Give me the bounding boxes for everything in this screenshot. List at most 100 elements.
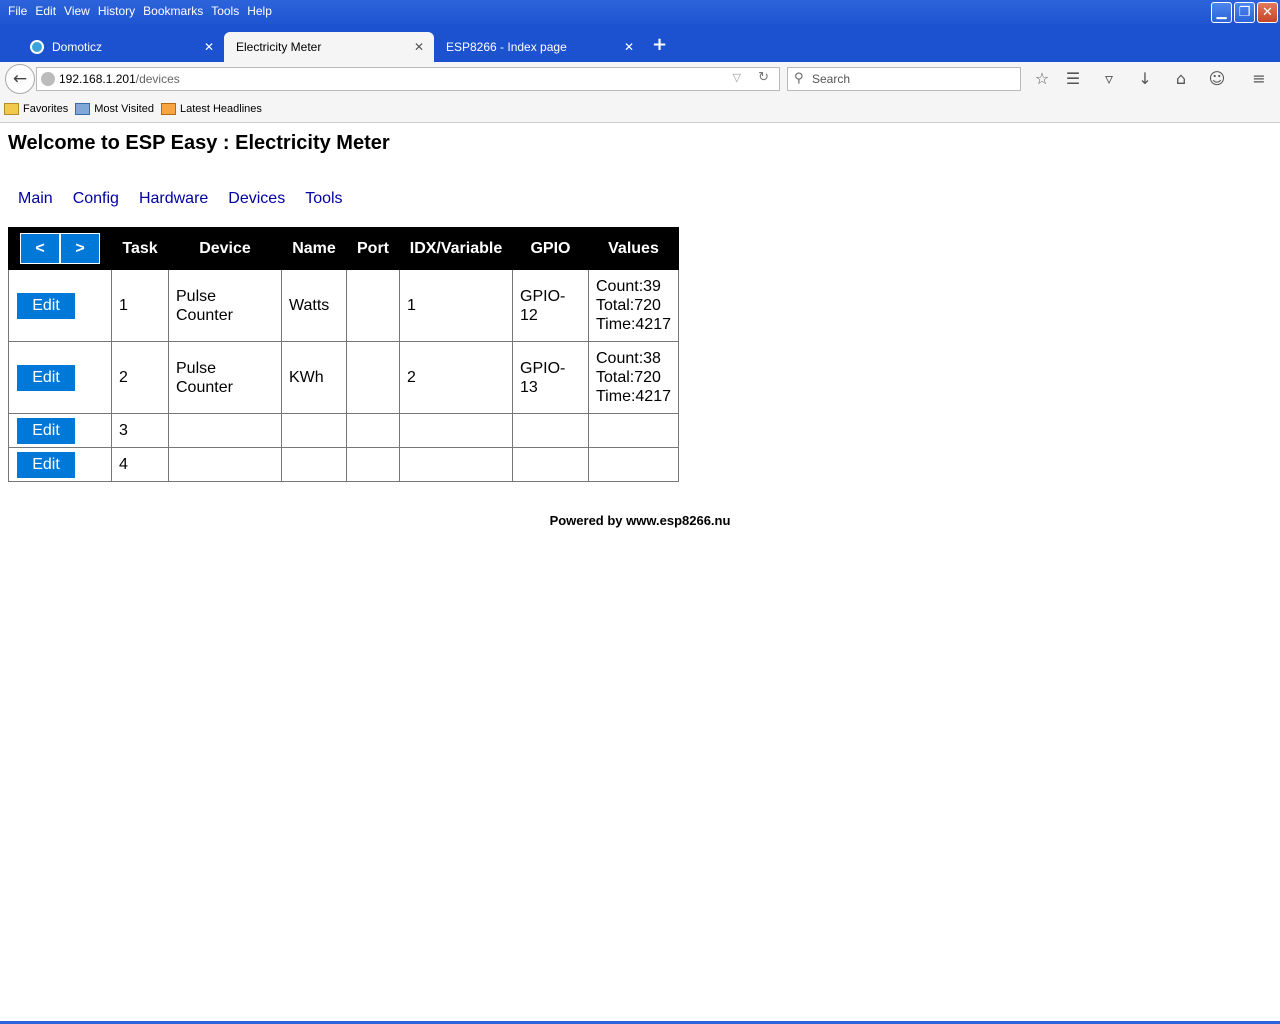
tab-strip: Domoticz ✕ Electricity Meter ✕ ESP8266 -… xyxy=(0,24,1280,62)
navigation-toolbar: ← 192.168.1.201/devices ▽ ↻ ⚲ Search ☆ ☰… xyxy=(0,62,1280,96)
main-nav-menu: Main Config Hardware Devices Tools xyxy=(8,190,353,208)
new-tab-icon[interactable]: + xyxy=(652,34,667,55)
bookmarks-toolbar: Favorites Most Visited Latest Headlines xyxy=(0,96,1280,123)
restore-icon[interactable]: ❐ xyxy=(1234,2,1255,23)
menu-file[interactable]: File xyxy=(4,0,31,22)
table-row: Edit 3 xyxy=(8,413,679,448)
bookmark-label: Latest Headlines xyxy=(179,103,262,115)
home-icon[interactable]: ⌂ xyxy=(1170,69,1192,89)
menu-edit[interactable]: Edit xyxy=(31,0,60,22)
value-total: Total:720 xyxy=(596,369,661,386)
devices-table: < > Task Device Name Port IDX/Variable GP… xyxy=(8,227,679,482)
hello-chat-icon[interactable]: ☺ xyxy=(1206,69,1228,89)
close-icon[interactable]: ✕ xyxy=(1257,2,1278,23)
prev-page-button[interactable]: < xyxy=(20,233,60,264)
column-header-idx-variable: IDX/Variable xyxy=(399,227,513,270)
gpio-cell xyxy=(512,447,589,482)
hamburger-menu-icon[interactable]: ≡ xyxy=(1248,69,1270,89)
device-cell: Pulse Counter xyxy=(168,269,282,342)
value-count: Count:38 xyxy=(596,350,661,367)
reading-list-icon[interactable]: ☰ xyxy=(1062,69,1084,89)
column-header-port: Port xyxy=(346,227,400,270)
tab-title: Domoticz xyxy=(52,40,103,54)
pager-header: < > xyxy=(8,227,112,270)
tab-title: Electricity Meter xyxy=(236,40,322,54)
device-cell xyxy=(168,413,282,448)
port-cell xyxy=(346,413,400,448)
site-identity-icon[interactable] xyxy=(41,72,55,86)
next-page-button[interactable]: > xyxy=(60,233,100,264)
tab-esp8266-index[interactable]: ESP8266 - Index page ✕ xyxy=(434,32,644,62)
nav-link-main[interactable]: Main xyxy=(8,190,63,208)
bookmark-latest-headlines[interactable]: Latest Headlines xyxy=(160,103,262,115)
port-cell xyxy=(346,269,400,342)
menu-bookmarks[interactable]: Bookmarks xyxy=(139,0,207,22)
page-title: Welcome to ESP Easy : Electricity Meter xyxy=(8,132,390,154)
device-cell: Pulse Counter xyxy=(168,341,282,414)
search-placeholder: Search xyxy=(812,72,851,86)
values-cell xyxy=(588,413,679,448)
menu-help[interactable]: Help xyxy=(243,0,276,22)
tab-domoticz[interactable]: Domoticz ✕ xyxy=(18,32,224,62)
back-arrow-icon[interactable]: ← xyxy=(5,64,35,94)
column-header-name: Name xyxy=(281,227,347,270)
table-header-row: < > Task Device Name Port IDX/Variable GP… xyxy=(8,227,679,270)
bookmark-most-visited[interactable]: Most Visited xyxy=(75,103,154,115)
name-cell xyxy=(281,447,347,482)
tab-electricity-meter[interactable]: Electricity Meter ✕ xyxy=(224,32,434,62)
edit-button[interactable]: Edit xyxy=(17,364,75,391)
menu-history[interactable]: History xyxy=(94,0,139,22)
edit-cell: Edit xyxy=(8,413,112,448)
edit-button[interactable]: Edit xyxy=(17,417,75,444)
tab-close-icon[interactable]: ✕ xyxy=(624,40,634,54)
nav-link-hardware[interactable]: Hardware xyxy=(129,190,218,208)
menu-bar: File Edit View History Bookmarks Tools H… xyxy=(0,0,276,22)
tab-close-icon[interactable]: ✕ xyxy=(414,40,424,54)
url-host: 192.168.1.201 xyxy=(59,72,136,86)
values-cell: Count:39 Total:720 Time:4217 xyxy=(588,269,679,342)
bookmark-favorites[interactable]: Favorites xyxy=(4,103,68,115)
bookmark-label: Most Visited xyxy=(94,103,154,115)
url-path: /devices xyxy=(135,72,180,86)
footer-powered-by: Powered by www.esp8266.nu xyxy=(549,513,731,528)
rss-feed-icon xyxy=(160,103,176,115)
value-total: Total:720 xyxy=(596,297,661,314)
value-count: Count:39 xyxy=(596,278,661,295)
port-cell xyxy=(346,447,400,482)
bookmark-label: Favorites xyxy=(23,103,69,115)
edit-button[interactable]: Edit xyxy=(17,292,75,319)
name-cell: Watts xyxy=(281,269,347,342)
tab-close-icon[interactable]: ✕ xyxy=(204,40,214,54)
menu-view[interactable]: View xyxy=(60,0,94,22)
column-header-device: Device xyxy=(168,227,282,270)
name-cell xyxy=(281,413,347,448)
nav-link-devices[interactable]: Devices xyxy=(218,190,295,208)
search-input[interactable]: ⚲ Search xyxy=(787,67,1021,91)
column-header-task: Task xyxy=(111,227,169,270)
task-cell: 1 xyxy=(111,269,169,342)
gpio-cell: GPIO-13 xyxy=(512,341,589,414)
port-cell xyxy=(346,341,400,414)
pocket-icon[interactable]: ▿ xyxy=(1098,69,1120,89)
edit-button[interactable]: Edit xyxy=(17,451,75,478)
domoticz-favicon-icon xyxy=(30,40,44,54)
most-visited-icon xyxy=(75,103,91,115)
column-header-values: Values xyxy=(588,227,679,270)
url-bar[interactable]: 192.168.1.201/devices ▽ ↻ xyxy=(36,67,780,91)
value-time: Time:4217 xyxy=(596,388,671,405)
edit-cell: Edit xyxy=(8,269,112,342)
nav-link-tools[interactable]: Tools xyxy=(295,190,352,208)
column-header-gpio: GPIO xyxy=(512,227,589,270)
value-time: Time:4217 xyxy=(596,316,671,333)
url-dropdown-icon[interactable]: ▽ xyxy=(733,71,741,84)
folder-icon xyxy=(4,103,19,115)
minimize-icon[interactable]: ▁ xyxy=(1211,2,1232,23)
download-icon[interactable]: ↓ xyxy=(1134,69,1156,89)
gpio-cell: GPIO-12 xyxy=(512,269,589,342)
menu-tools[interactable]: Tools xyxy=(207,0,243,22)
idx-cell xyxy=(399,447,513,482)
nav-link-config[interactable]: Config xyxy=(63,190,129,208)
bookmark-star-icon[interactable]: ☆ xyxy=(1031,69,1053,89)
values-cell xyxy=(588,447,679,482)
reload-icon[interactable]: ↻ xyxy=(758,70,769,85)
